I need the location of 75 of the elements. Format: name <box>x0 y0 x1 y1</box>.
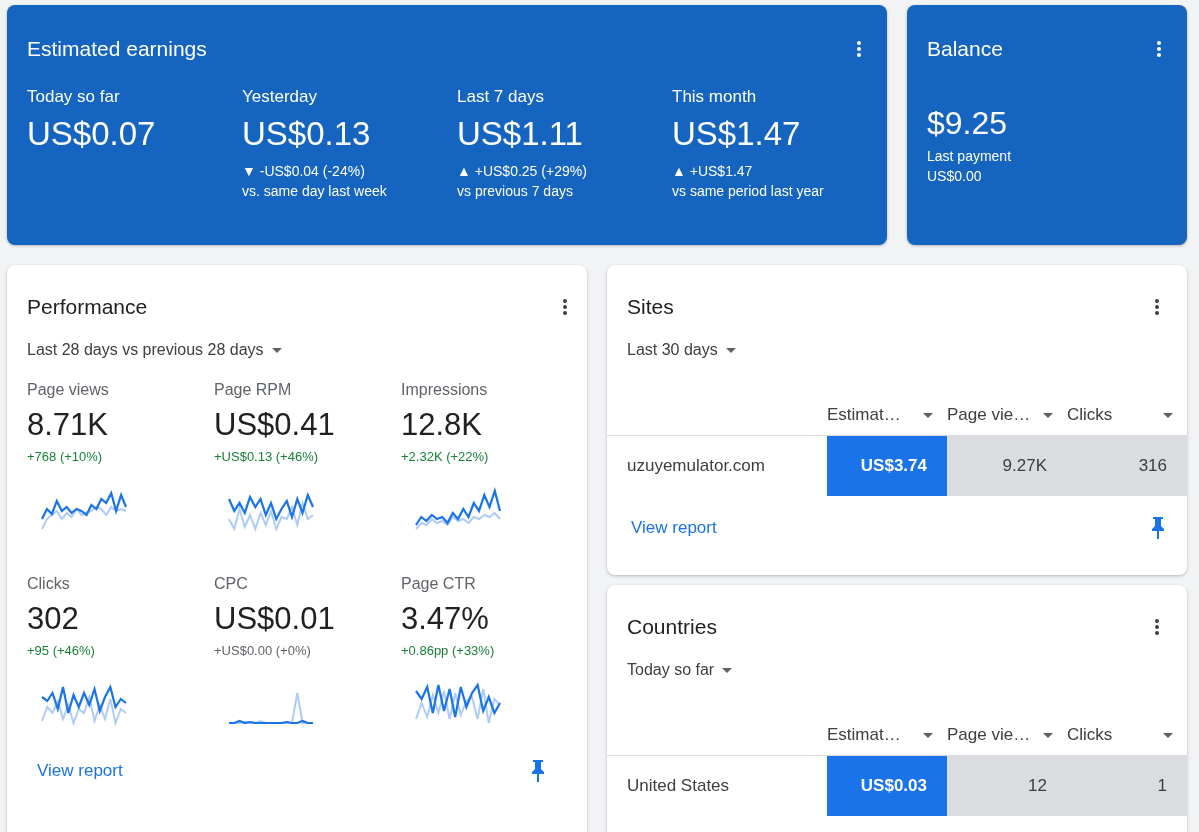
metric-label: Last 7 days <box>457 87 545 107</box>
column-header[interactable]: Clicks <box>1067 725 1187 745</box>
table-cell: 12 <box>947 755 1067 816</box>
caret-icon <box>923 732 933 738</box>
balance-value: $9.25 <box>927 105 1009 142</box>
caret-icon <box>1043 732 1053 738</box>
metric-change: +768 (+10%) <box>27 449 104 464</box>
table-cell: United States <box>607 755 827 816</box>
metric-label: Clicks <box>27 575 71 593</box>
metric-label: Page CTR <box>401 575 477 593</box>
more-icon[interactable] <box>563 299 567 315</box>
metric-comparison: vs. same day last week <box>242 183 388 199</box>
metric-value: US$1.11 <box>457 115 584 153</box>
more-icon[interactable] <box>857 41 861 57</box>
last-payment-label: Last payment <box>927 148 1013 164</box>
caret-icon <box>1163 732 1173 738</box>
view-report-link[interactable]: View report <box>625 514 723 542</box>
metric-label: Page RPM <box>214 381 293 399</box>
more-icon[interactable] <box>1157 41 1161 57</box>
metric-value: US$0.01 <box>214 601 336 637</box>
date-range-dropdown[interactable]: Last 30 days <box>607 341 1187 359</box>
metric-label: This month <box>672 87 758 107</box>
card-title: Sites <box>627 295 674 319</box>
metric-value: 12.8K <box>401 407 483 443</box>
pin-icon[interactable] <box>1151 517 1165 539</box>
table-cell: US$3.74 <box>827 435 947 496</box>
metric-change: ▲ +US$0.25 (+29%) <box>457 163 588 179</box>
more-icon[interactable] <box>1155 299 1159 315</box>
table-cell: uzuyemulator.com <box>607 435 827 496</box>
pin-icon[interactable] <box>531 760 545 782</box>
metric-value: US$0.41 <box>214 407 336 443</box>
table-cell: 9.27K <box>947 435 1067 496</box>
card-title: Countries <box>627 615 717 639</box>
table-cell: 1 <box>1067 755 1187 816</box>
metric-label: Yesterday <box>242 87 318 107</box>
column-header[interactable]: Page vie… <box>947 725 1067 745</box>
metric-value: 3.47% <box>401 601 490 637</box>
last-payment-value: US$0.00 <box>927 168 983 184</box>
metric-value: US$0.07 <box>27 115 157 153</box>
metric-change: +95 (+46%) <box>27 643 96 658</box>
caret-icon <box>725 347 736 353</box>
card-title: Balance <box>927 37 1003 61</box>
metric-label: Page views <box>27 381 110 399</box>
metric-change: ▼ -US$0.04 (-24%) <box>242 163 366 179</box>
table-cell: US$0.03 <box>827 755 947 816</box>
caret-icon <box>722 667 733 673</box>
view-report-link[interactable]: View report <box>31 757 129 785</box>
metric-comparison: vs previous 7 days <box>457 183 574 199</box>
metric-value: US$1.47 <box>672 115 802 153</box>
caret-icon <box>923 412 933 418</box>
metric-label: Impressions <box>401 381 489 399</box>
card-title: Performance <box>27 295 148 319</box>
metric-change: +2.32K (+22%) <box>401 449 490 464</box>
metric-label: CPC <box>214 575 249 593</box>
more-icon[interactable] <box>1155 619 1159 635</box>
card-title: Estimated earnings <box>27 37 207 61</box>
table-cell: 316 <box>1067 435 1187 496</box>
caret-icon <box>1163 412 1173 418</box>
metric-change: +US$0.00 (+0%) <box>214 643 312 658</box>
caret-icon <box>271 347 282 353</box>
column-header[interactable]: Estimat… <box>827 405 947 425</box>
date-range-dropdown[interactable]: Today so far <box>607 661 1187 679</box>
metric-value: 302 <box>27 601 80 637</box>
metric-label: Today so far <box>27 87 121 107</box>
metric-change: ▲ +US$1.47 <box>672 163 754 179</box>
metric-comparison: vs same period last year <box>672 183 825 199</box>
metric-value: 8.71K <box>27 407 109 443</box>
metric-change: +0.86pp (+33%) <box>401 643 496 658</box>
column-header[interactable]: Clicks <box>1067 405 1187 425</box>
date-range-dropdown[interactable]: Last 28 days vs previous 28 days <box>27 341 567 359</box>
metric-value: US$0.13 <box>242 115 372 153</box>
metric-change: +US$0.13 (+46%) <box>214 449 320 464</box>
caret-icon <box>1043 412 1053 418</box>
column-header[interactable]: Page vie… <box>947 405 1067 425</box>
column-header[interactable]: Estimat… <box>827 725 947 745</box>
